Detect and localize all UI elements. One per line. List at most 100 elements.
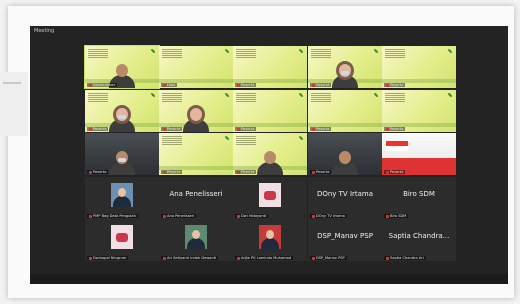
participant-name-label: Peserta [235, 127, 257, 131]
muted-mic-icon [312, 214, 315, 218]
profile-picture [259, 183, 281, 207]
leaf-icon [151, 93, 155, 97]
participant-name-text: PMP Bag Data Pengolah [93, 214, 136, 218]
participant-tile[interactable]: Peserta [308, 90, 382, 132]
participant-tile[interactable]: Peserta [382, 90, 456, 132]
muted-mic-icon [312, 170, 315, 174]
muted-mic-icon [163, 256, 166, 260]
participant-tile[interactable]: DOny TV Irtama DOny TV Irtama [308, 177, 382, 219]
muted-mic-icon [386, 170, 389, 174]
participant-name-label: Adjie PK Lamindo Muhamad [235, 256, 294, 260]
muted-mic-icon [386, 256, 389, 260]
participant-name-text: Peserta [241, 170, 255, 174]
muted-mic-icon [237, 214, 240, 218]
participant-name-label: Peserta [384, 170, 406, 174]
participant-video [332, 64, 358, 88]
participant-tile[interactable]: Ana Penelisseri Ana Penelisseri [159, 177, 233, 219]
participant-tile[interactable]: Peserta [159, 90, 233, 132]
leaf-icon [225, 136, 229, 140]
participant-tile[interactable]: Ari Setiyanti Indah Dewanti [159, 219, 233, 261]
participant-tile[interactable]: Peserta [85, 90, 159, 132]
participant-tile[interactable]: Dwi Hidayanti [233, 177, 307, 219]
participant-tile[interactable]: Adjie PK Lamindo Muhamad [233, 219, 307, 261]
participant-tile[interactable]: Peserta [382, 133, 456, 175]
participant-name-text: Dwi Hidayanti [241, 214, 267, 218]
participant-tile[interactable]: Peserta [85, 133, 159, 175]
leaf-icon [151, 49, 155, 53]
participant-tile[interactable]: Peserta [233, 90, 307, 132]
participant-name-text: Peserta [167, 127, 181, 131]
participant-name-text: Peserta [241, 127, 255, 131]
participant-name-label: Dwinopal Ningrum [87, 256, 129, 260]
participant-name-label: Peserta [310, 83, 332, 87]
participant-name-label: Peserta [87, 127, 109, 131]
participant-tile[interactable]: Saptia Chandra... Saptia Chandra Ari [382, 219, 456, 261]
event-logo [385, 49, 405, 58]
participant-tile[interactable]: Peserta [233, 46, 307, 88]
participant-tile[interactable]: Peserta [233, 133, 307, 175]
participant-tile[interactable]: Host [159, 46, 233, 88]
participant-name-text: DSP_Manav PSP [316, 256, 345, 260]
muted-mic-icon [386, 214, 389, 218]
leaf-icon [448, 49, 452, 53]
muted-mic-icon [163, 214, 166, 218]
participant-name-text: Peserta [316, 83, 330, 87]
participant-name-label: Saptia Chandra Ari [384, 256, 426, 260]
participant-name-label: Ari Setiyanti Indah Dewanti [161, 256, 219, 260]
event-logo [236, 136, 256, 145]
profile-picture [185, 225, 207, 249]
participant-name-text: Adjie PK Lamindo Muhamad [241, 256, 292, 260]
participant-name-label: PMP Bag Data Pengolah [87, 214, 138, 218]
participant-name-text: Peserta [93, 127, 107, 131]
event-logo [236, 93, 256, 102]
participant-name-label: Peserta [161, 170, 183, 174]
participant-name-label: Peserta [235, 83, 257, 87]
participant-name-label: Biro SDM [384, 214, 409, 218]
participant-name-label: Dwi Hidayanti [235, 214, 269, 218]
muted-mic-icon [163, 170, 166, 174]
muted-mic-icon [89, 256, 92, 260]
muted-mic-icon [163, 127, 166, 131]
muted-mic-icon [312, 83, 315, 87]
leaf-icon [299, 49, 303, 53]
participant-tile[interactable]: Narasumber [84, 45, 160, 89]
participant-name-label: Peserta [310, 127, 332, 131]
participant-tile[interactable]: Peserta [159, 133, 233, 175]
participant-name-label: DSP_Manav PSP [310, 256, 347, 260]
participant-name-label: Narasumber [87, 83, 118, 87]
participant-tile[interactable]: Peserta [308, 133, 382, 175]
profile-picture [259, 225, 281, 249]
muted-mic-icon [237, 127, 240, 131]
participant-name-display: Biro SDM [403, 190, 435, 198]
participant-tile[interactable]: Peserta [382, 46, 456, 88]
participant-name-label: Peserta [161, 127, 183, 131]
muted-mic-icon [89, 214, 92, 218]
participant-name-text: Peserta [93, 170, 107, 174]
muted-mic-icon [89, 127, 92, 131]
participant-tile[interactable]: Biro SDM Biro SDM [382, 177, 456, 219]
meeting-window: Meeting Narasumber Host Peserta Peserta Pese… [30, 26, 508, 284]
participant-tile[interactable]: Peserta [308, 46, 382, 88]
participant-name-display: Ana Penelisseri [169, 190, 223, 198]
participant-tile[interactable]: DSP_Manav PSP DSP_Manav PSP [308, 219, 382, 261]
background-paper [0, 72, 28, 136]
participant-name-label: Peserta [310, 170, 332, 174]
participant-video [257, 151, 283, 175]
leaf-icon [374, 49, 378, 53]
participant-name-label: Ana Penelisseri [161, 214, 197, 218]
participant-name-text: Narasumber [93, 83, 116, 87]
muted-mic-icon [89, 83, 92, 87]
participant-name-display: Saptia Chandra... [388, 232, 450, 240]
event-logo [311, 49, 331, 58]
muted-mic-icon [312, 127, 315, 131]
participant-tile[interactable]: Dwinopal Ningrum [85, 219, 159, 261]
participant-tile[interactable]: PMP Bag Data Pengolah [85, 177, 159, 219]
participant-name-text: Peserta [316, 170, 330, 174]
event-logo [311, 93, 331, 102]
participant-name-text: Peserta [390, 170, 404, 174]
participant-name-text: Dwinopal Ningrum [93, 256, 127, 260]
participant-video [109, 108, 135, 132]
participant-name-text: Peserta [390, 83, 404, 87]
leaf-icon [225, 49, 229, 53]
muted-mic-icon [163, 83, 166, 87]
